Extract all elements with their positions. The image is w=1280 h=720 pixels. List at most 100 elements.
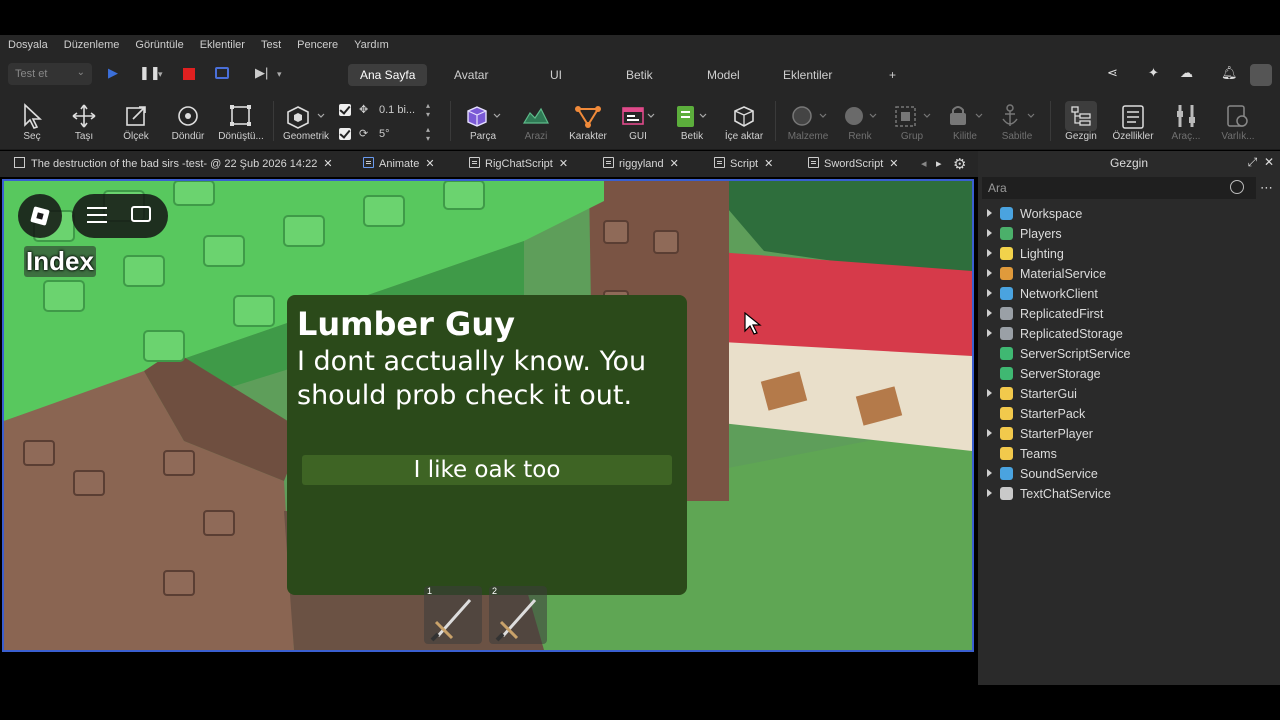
tool-anchor[interactable]: Sabitle — [996, 93, 1038, 150]
close-icon[interactable]: ✕ — [670, 158, 679, 170]
move-snap-checkbox[interactable] — [339, 104, 351, 116]
expand-arrow-icon[interactable] — [987, 429, 992, 437]
stepper-icon[interactable]: ▴ ▾ — [426, 101, 430, 119]
tool-explorer[interactable]: Gezgin — [1060, 93, 1102, 150]
menu-help[interactable]: Yardım — [354, 39, 389, 51]
menu-file[interactable]: Dosyala — [8, 39, 48, 51]
explorer-search-input[interactable]: Ara — [982, 177, 1256, 199]
gear-icon[interactable]: ⚙ — [953, 149, 966, 175]
tool-character[interactable]: Karakter — [566, 93, 610, 150]
notification-bell-icon[interactable]: 🔔︎ — [1221, 65, 1238, 81]
tool-color[interactable]: Renk — [840, 93, 880, 150]
expand-arrow-icon[interactable] — [987, 309, 992, 317]
tab-home[interactable]: Ana Sayfa — [348, 64, 428, 86]
test-mode-select[interactable]: Test et ⌄ — [8, 63, 92, 85]
tool-transform[interactable]: Dönüştü... — [216, 93, 266, 150]
scroll-right-icon[interactable]: ▸ — [936, 151, 942, 177]
explorer-item-serverstorage[interactable]: ServerStorage — [978, 364, 1280, 384]
tool-select[interactable]: Seç — [14, 93, 50, 150]
menu-window[interactable]: Pencere — [297, 39, 338, 51]
close-icon[interactable]: ✕ — [1264, 155, 1274, 169]
popout-icon[interactable]: ⤢ — [1248, 155, 1258, 169]
close-icon[interactable]: ✕ — [764, 158, 773, 170]
close-icon[interactable]: ✕ — [323, 158, 332, 170]
stepper-icon[interactable]: ▴ ▾ — [426, 125, 430, 143]
chevron-down-icon[interactable]: ▾ — [158, 69, 163, 80]
explorer-item-networkclient[interactable]: NetworkClient — [978, 284, 1280, 304]
menu-test[interactable]: Test — [261, 39, 281, 51]
chevron-down-icon[interactable]: ▾ — [277, 69, 282, 80]
dialog-choice-button[interactable]: I like oak too — [302, 455, 672, 485]
tool-toolbox[interactable]: Araç... — [1166, 93, 1206, 150]
rotate-snap-value[interactable]: 5° — [379, 128, 390, 140]
expand-arrow-icon[interactable] — [987, 389, 992, 397]
tab-ui[interactable]: UI — [538, 64, 574, 86]
tool-import[interactable]: İçe aktar — [722, 93, 766, 150]
doc-tab-script[interactable]: Script ✕ — [714, 151, 773, 177]
tool-rotate[interactable]: Döndür — [168, 93, 208, 150]
explorer-item-serverscriptservice[interactable]: ServerScriptService — [978, 344, 1280, 364]
explorer-item-teams[interactable]: Teams — [978, 444, 1280, 464]
expand-arrow-icon[interactable] — [987, 269, 992, 277]
tool-material[interactable]: Malzeme — [784, 93, 832, 150]
hotbar-slot[interactable]: 2 — [489, 586, 547, 644]
close-icon[interactable]: ✕ — [559, 158, 568, 170]
tool-gui[interactable]: GUI — [618, 93, 658, 150]
explorer-item-materialservice[interactable]: MaterialService — [978, 264, 1280, 284]
hamburger-menu-icon[interactable] — [87, 207, 107, 223]
tab-plugins[interactable]: Eklentiler — [771, 64, 844, 86]
tab-avatar[interactable]: Avatar — [442, 64, 500, 86]
close-icon[interactable]: ✕ — [425, 158, 434, 170]
tool-group[interactable]: Grup — [890, 93, 934, 150]
tool-geometric[interactable]: Geometrik — [280, 93, 332, 150]
tool-move[interactable]: Taşı — [66, 93, 102, 150]
doc-tab-rigchatscript[interactable]: RigChatScript ✕ — [469, 151, 568, 177]
explorer-item-starterpack[interactable]: StarterPack — [978, 404, 1280, 424]
tool-terrain[interactable]: Arazi — [518, 93, 554, 150]
explorer-item-replicatedstorage[interactable]: ReplicatedStorage — [978, 324, 1280, 344]
doc-tab-riggyland[interactable]: riggyland ✕ — [603, 151, 679, 177]
avatar[interactable] — [1250, 64, 1272, 86]
expand-arrow-icon[interactable] — [987, 289, 992, 297]
client-server-icon[interactable] — [215, 67, 229, 79]
expand-arrow-icon[interactable] — [987, 489, 992, 497]
tool-scale[interactable]: Ölçek — [118, 93, 154, 150]
expand-arrow-icon[interactable] — [987, 249, 992, 257]
tool-lock[interactable]: Kilitle — [944, 93, 986, 150]
tool-part[interactable]: Parça — [462, 93, 504, 150]
expand-arrow-icon[interactable] — [987, 469, 992, 477]
explorer-item-lighting[interactable]: Lighting — [978, 244, 1280, 264]
step-icon[interactable]: ▶| — [255, 65, 268, 81]
expand-arrow-icon[interactable] — [987, 209, 992, 217]
more-options-icon[interactable]: ⋯ — [1260, 180, 1273, 196]
explorer-item-startergui[interactable]: StarterGui — [978, 384, 1280, 404]
explorer-item-starterplayer[interactable]: StarterPlayer — [978, 424, 1280, 444]
assistant-icon[interactable]: ✦ — [1148, 65, 1159, 81]
tool-assets[interactable]: Varlık... — [1216, 93, 1260, 150]
history-icon[interactable] — [1230, 180, 1244, 194]
rotate-snap-checkbox[interactable] — [339, 128, 351, 140]
tool-properties[interactable]: Özellikler — [1110, 93, 1156, 150]
tool-script[interactable]: Betik — [672, 93, 712, 150]
stop-icon[interactable] — [183, 68, 195, 80]
explorer-item-players[interactable]: Players — [978, 224, 1280, 244]
cloud-icon[interactable]: ☁ — [1180, 65, 1193, 81]
close-icon[interactable]: ✕ — [889, 158, 898, 170]
roblox-menu-button[interactable] — [18, 194, 62, 238]
scroll-left-icon[interactable]: ◂ — [921, 151, 927, 177]
menu-view[interactable]: Görüntüle — [135, 39, 183, 51]
tab-model[interactable]: Model — [695, 64, 752, 86]
hotbar-slot[interactable]: 1 — [424, 586, 482, 644]
share-icon[interactable]: ⋖ — [1107, 65, 1118, 81]
index-button[interactable]: Index — [24, 246, 96, 277]
expand-arrow-icon[interactable] — [987, 329, 992, 337]
doc-tab-animate[interactable]: Animate ✕ — [363, 151, 435, 177]
add-tab-button[interactable]: + — [877, 64, 908, 86]
move-snap-value[interactable]: 0.1 bi... — [379, 104, 415, 116]
expand-arrow-icon[interactable] — [987, 229, 992, 237]
doc-tab-place[interactable]: The destruction of the bad sirs -test- @… — [14, 151, 333, 177]
explorer-item-replicatedfirst[interactable]: ReplicatedFirst — [978, 304, 1280, 324]
menu-edit[interactable]: Düzenleme — [64, 39, 120, 51]
explorer-item-textchatservice[interactable]: TextChatService — [978, 484, 1280, 504]
doc-tab-swordscript[interactable]: SwordScript ✕ — [808, 151, 899, 177]
